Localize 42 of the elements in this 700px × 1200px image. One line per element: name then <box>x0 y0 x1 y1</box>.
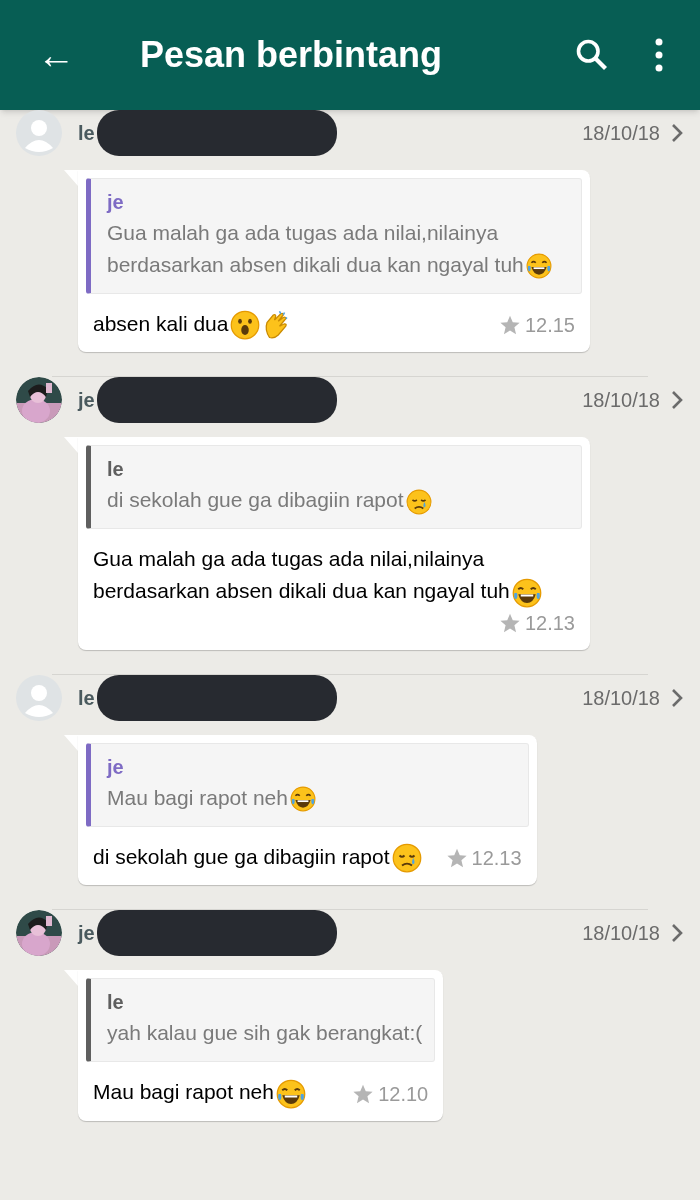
quote-text: Mau bagi rapot neh <box>107 781 516 818</box>
emoji-icon <box>230 310 261 341</box>
sender-name: le <box>78 685 95 711</box>
quote-author: je <box>107 190 124 215</box>
message-time: 12.10 <box>378 1081 429 1107</box>
chevron-right-icon[interactable] <box>670 122 684 144</box>
quote-text: Gua malah ga ada tugas ada nilai,nilainya berdasarkan absen dikali dua kan ngayal tuh <box>107 217 569 285</box>
emoji-icon <box>511 577 542 608</box>
message-date: 18/10/18 <box>582 921 660 947</box>
sender-name: je <box>78 921 95 947</box>
quoted-message[interactable]: je Mau bagi rapot neh <box>86 742 529 827</box>
emoji-icon <box>289 786 316 813</box>
sender-name: le <box>78 121 95 146</box>
chevron-right-icon[interactable] <box>670 686 684 709</box>
message-time: 12.15 <box>524 313 575 339</box>
emoji-icon <box>405 488 432 515</box>
message-date: 18/10/18 <box>582 388 660 414</box>
quote-text: yah kalau gue sih gak berangkat:( <box>107 1020 423 1047</box>
quote-author: je <box>107 754 124 780</box>
sender-name: je <box>78 388 95 414</box>
message-date: 18/10/18 <box>582 121 660 146</box>
quoted-message[interactable]: le yah kalau gue sih gak berangkat:( <box>86 978 436 1063</box>
message-text: absen kali dua <box>93 308 293 341</box>
emoji-icon <box>391 843 422 874</box>
message-text: di sekolah gue ga dibagiin rapot <box>93 840 422 874</box>
quote-author: le <box>107 457 124 483</box>
quote-text: di sekolah gue ga dibagiin rapot <box>107 484 569 521</box>
back-button[interactable]: ← <box>36 36 76 74</box>
screen-title: Pesan berbintang <box>140 33 444 77</box>
quoted-message[interactable]: le di sekolah gue ga dibagiin rapot <box>86 445 582 530</box>
message-text: Gua malah ga ada tugas ada nilai,nilainya berdasarkan absen dikali dua kan ngayal tuh <box>93 543 575 608</box>
emoji-icon <box>275 1078 306 1109</box>
avatar-icon <box>16 674 62 721</box>
quote-author: le <box>107 990 124 1016</box>
message-time: 12.13 <box>471 846 522 872</box>
avatar-icon <box>16 110 62 156</box>
message-text: Mau bagi rapot neh <box>93 1076 306 1109</box>
quoted-message[interactable]: je Gua malah ga ada tugas ada nilai,nilainya berdasarkan absen dikali dua kan ngayal tuh <box>86 178 582 294</box>
more-options-icon[interactable] <box>654 38 664 72</box>
message-date: 18/10/18 <box>582 685 660 711</box>
message-time: 12.13 <box>524 610 575 636</box>
emoji-icon <box>525 253 552 280</box>
